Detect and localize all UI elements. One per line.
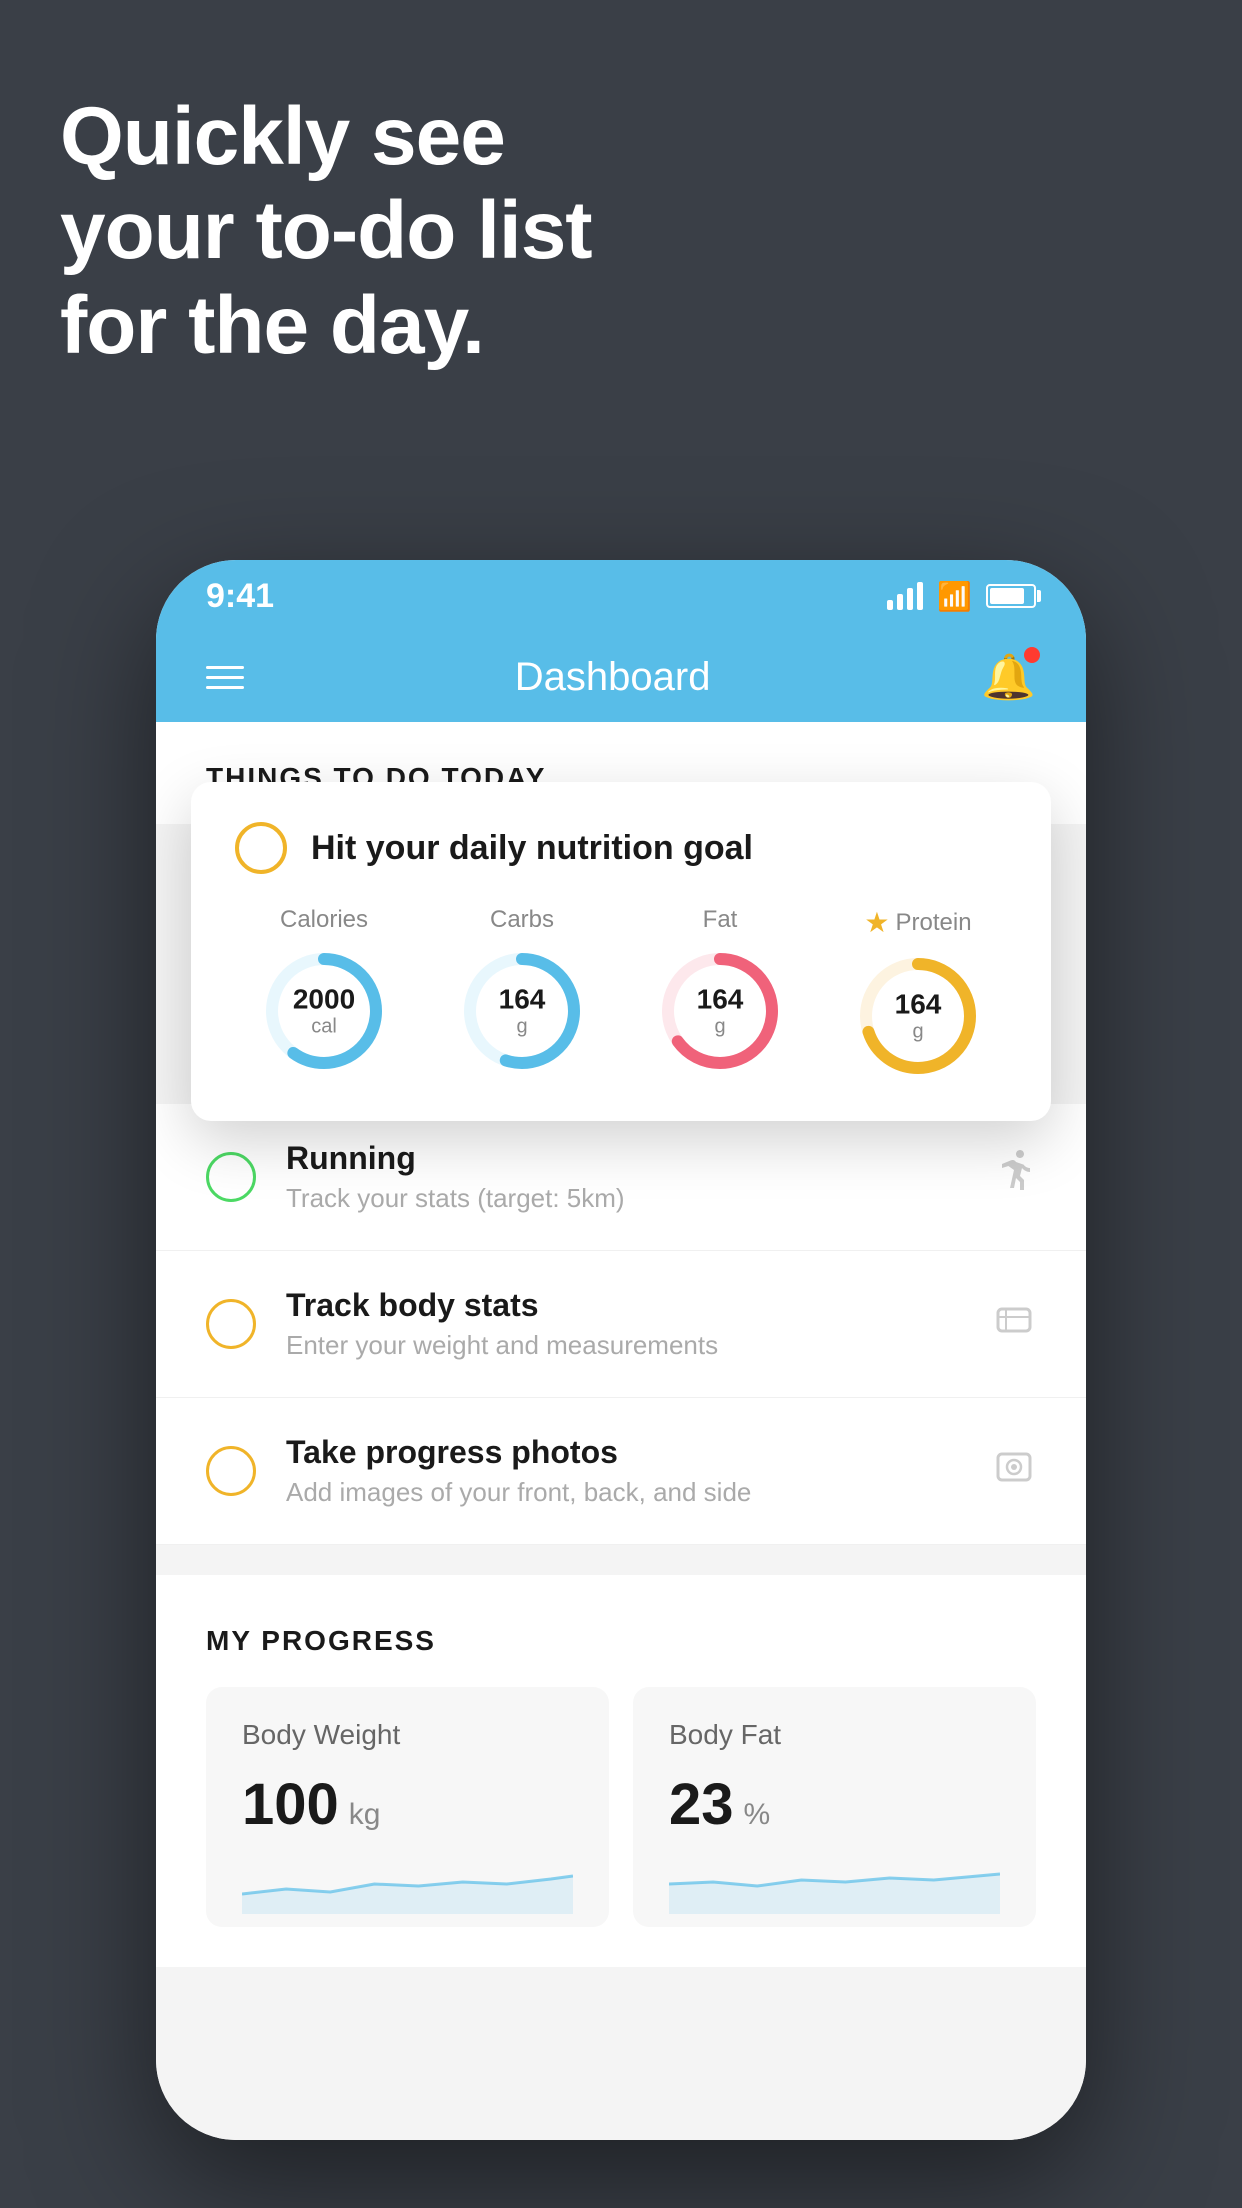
- nutrition-card-title: Hit your daily nutrition goal: [311, 829, 753, 868]
- body-fat-sparkline: [669, 1854, 1000, 1914]
- running-title: Running: [286, 1140, 962, 1177]
- nav-title: Dashboard: [515, 655, 711, 700]
- calories-donut: 2000 cal: [259, 946, 389, 1076]
- nutrition-card: Hit your daily nutrition goal Calories 2…: [191, 782, 1051, 1121]
- progress-cards: Body Weight 100 kg Body Fat: [206, 1687, 1036, 1927]
- body-fat-label: Body Fat: [669, 1719, 1000, 1751]
- body-weight-card[interactable]: Body Weight 100 kg: [206, 1687, 609, 1927]
- wifi-icon: 📶: [937, 580, 972, 613]
- nutrition-row: Calories 2000 cal Carbs: [235, 906, 1007, 1081]
- running-circle: [206, 1152, 256, 1202]
- status-icons: 📶: [887, 580, 1036, 613]
- protein-donut: 164 g: [853, 951, 983, 1081]
- protein-label: Protein: [896, 909, 972, 937]
- progress-photos-title: Take progress photos: [286, 1434, 962, 1471]
- card-title-row: Hit your daily nutrition goal: [235, 822, 1007, 874]
- body-weight-unit: kg: [349, 1798, 381, 1832]
- phone-mockup: 9:41 📶 Dashboard 🔔 THINGS TO: [156, 560, 1086, 2140]
- running-icon: [992, 1150, 1036, 1204]
- body-stats-icon: [992, 1297, 1036, 1351]
- star-icon: ★: [864, 906, 889, 939]
- protein-unit: g: [895, 1020, 942, 1042]
- fat-donut: 164 g: [655, 946, 785, 1076]
- carbs-donut: 164 g: [457, 946, 587, 1076]
- notification-dot: [1024, 647, 1040, 663]
- protein-label-row: ★ Protein: [864, 906, 971, 939]
- body-stats-title: Track body stats: [286, 1287, 962, 1324]
- body-weight-value-row: 100 kg: [242, 1771, 573, 1838]
- status-time: 9:41: [206, 577, 274, 616]
- protein-value: 164: [895, 990, 942, 1021]
- todo-item-body-stats[interactable]: Track body stats Enter your weight and m…: [156, 1251, 1086, 1398]
- body-weight-label: Body Weight: [242, 1719, 573, 1751]
- progress-section: MY PROGRESS Body Weight 100 kg: [156, 1575, 1086, 1967]
- progress-photos-text: Take progress photos Add images of your …: [286, 1434, 962, 1508]
- app-content: THINGS TO DO TODAY Hit your daily nutrit…: [156, 722, 1086, 2140]
- fat-value: 164: [697, 985, 744, 1016]
- calories-value: 2000: [293, 985, 355, 1016]
- body-weight-sparkline: [242, 1854, 573, 1914]
- nutrition-circle-check[interactable]: [235, 822, 287, 874]
- todo-item-progress-photos[interactable]: Take progress photos Add images of your …: [156, 1398, 1086, 1545]
- fat-label: Fat: [703, 906, 738, 934]
- progress-header: MY PROGRESS: [206, 1625, 1036, 1657]
- progress-photos-icon: [992, 1444, 1036, 1498]
- fat-unit: g: [697, 1015, 744, 1037]
- nutrition-calories: Calories 2000 cal: [235, 906, 413, 1081]
- calories-unit: cal: [293, 1015, 355, 1037]
- body-weight-number: 100: [242, 1771, 339, 1838]
- todo-list: Running Track your stats (target: 5km) T…: [156, 1104, 1086, 1545]
- status-bar: 9:41 📶: [156, 560, 1086, 632]
- progress-photos-circle: [206, 1446, 256, 1496]
- body-stats-circle: [206, 1299, 256, 1349]
- menu-button[interactable]: [206, 666, 244, 689]
- body-stats-subtitle: Enter your weight and measurements: [286, 1330, 962, 1361]
- headline-line1: Quickly see: [60, 90, 592, 184]
- carbs-unit: g: [499, 1015, 546, 1037]
- carbs-label: Carbs: [490, 906, 554, 934]
- headline: Quickly see your to-do list for the day.: [60, 90, 592, 373]
- notification-button[interactable]: 🔔: [981, 651, 1036, 703]
- headline-line3: for the day.: [60, 279, 592, 373]
- running-text: Running Track your stats (target: 5km): [286, 1140, 962, 1214]
- todo-item-running[interactable]: Running Track your stats (target: 5km): [156, 1104, 1086, 1251]
- body-stats-text: Track body stats Enter your weight and m…: [286, 1287, 962, 1361]
- calories-label: Calories: [280, 906, 368, 934]
- signal-icon: [887, 582, 923, 610]
- body-fat-value-row: 23 %: [669, 1771, 1000, 1838]
- body-fat-unit: %: [744, 1798, 771, 1832]
- headline-line2: your to-do list: [60, 184, 592, 278]
- nav-bar: Dashboard 🔔: [156, 632, 1086, 722]
- nutrition-fat: Fat 164 g: [631, 906, 809, 1081]
- nutrition-carbs: Carbs 164 g: [433, 906, 611, 1081]
- nutrition-protein: ★ Protein 164 g: [829, 906, 1007, 1081]
- running-subtitle: Track your stats (target: 5km): [286, 1183, 962, 1214]
- body-fat-number: 23: [669, 1771, 734, 1838]
- body-fat-card[interactable]: Body Fat 23 %: [633, 1687, 1036, 1927]
- carbs-value: 164: [499, 985, 546, 1016]
- battery-icon: [986, 584, 1036, 608]
- progress-photos-subtitle: Add images of your front, back, and side: [286, 1477, 962, 1508]
